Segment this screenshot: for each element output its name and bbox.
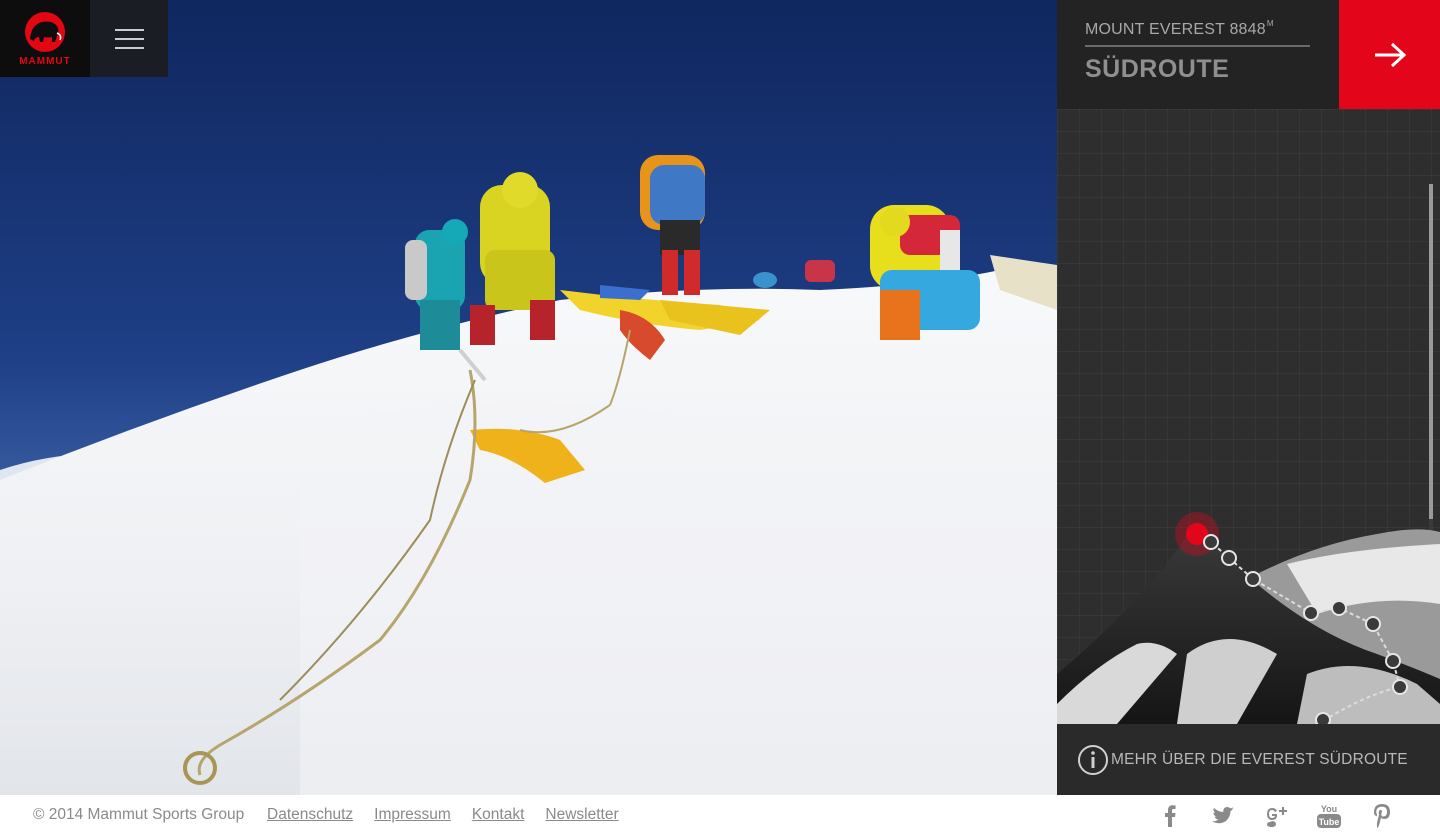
footer-link-impressum[interactable]: Impressum	[374, 806, 451, 824]
mountain-name: MOUNT EVEREST 8848M	[1085, 19, 1274, 38]
more-info-button[interactable]: MEHR ÜBER DIE EVEREST SÜDROUTE	[1057, 724, 1440, 795]
route-map	[1057, 109, 1440, 724]
waypoint-marker[interactable]	[1203, 534, 1219, 550]
scrollbar-thumb[interactable]	[1429, 184, 1433, 519]
youtube-icon: You Tube	[1316, 804, 1341, 828]
footer-link-datenschutz[interactable]: Datenschutz	[267, 806, 353, 824]
youtube-link[interactable]: You Tube	[1302, 801, 1355, 831]
twitter-icon	[1211, 807, 1234, 824]
altitude-unit: M	[1266, 19, 1274, 28]
arrow-right-icon	[1374, 42, 1406, 67]
footer: © 2014 Mammut Sports Group Datenschutz I…	[0, 795, 1440, 836]
waypoint-marker[interactable]	[1365, 616, 1381, 632]
waypoint-marker[interactable]	[1315, 712, 1331, 724]
everest-route-illustration	[1057, 512, 1440, 724]
footer-link-kontakt[interactable]: Kontakt	[472, 806, 525, 824]
google-plus-icon	[1266, 807, 1287, 827]
info-circle-icon	[1078, 744, 1108, 775]
summit-photo	[0, 0, 1057, 795]
waypoint-marker[interactable]	[1245, 571, 1261, 587]
route-title: SÜDROUTE	[1085, 55, 1230, 83]
waypoint-marker[interactable]	[1392, 679, 1408, 695]
google-plus-link[interactable]	[1249, 801, 1302, 831]
more-info-label: MEHR ÜBER DIE EVEREST SÜDROUTE	[1111, 750, 1408, 768]
menu-line	[114, 37, 144, 40]
brand-wordmark: MAMMUT	[19, 55, 71, 67]
mammut-logo[interactable]: MAMMUT	[0, 0, 90, 77]
hamburger-menu-button[interactable]	[90, 0, 168, 77]
waypoint-marker[interactable]	[1303, 605, 1319, 621]
menu-line	[114, 28, 144, 31]
waypoint-marker[interactable]	[1331, 600, 1347, 616]
header-divider	[1085, 45, 1310, 47]
copyright-text: © 2014 Mammut Sports Group	[33, 806, 245, 823]
footer-links: Datenschutz Impressum Kontakt Newsletter	[267, 806, 619, 824]
waypoint-marker[interactable]	[1385, 653, 1401, 669]
twitter-link[interactable]	[1196, 801, 1249, 831]
social-links: You Tube	[1143, 801, 1408, 831]
route-panel: MOUNT EVEREST 8848M SÜDROUTE MEHR ÜBER D…	[1057, 0, 1440, 795]
facebook-link[interactable]	[1143, 801, 1196, 831]
next-route-button[interactable]	[1339, 0, 1440, 109]
waypoint-marker[interactable]	[1221, 550, 1237, 566]
svg-text:Tube: Tube	[1318, 817, 1339, 827]
svg-text:You: You	[1320, 804, 1336, 814]
pinterest-icon	[1373, 804, 1390, 828]
footer-link-newsletter[interactable]: Newsletter	[545, 806, 618, 824]
menu-line	[114, 46, 144, 49]
mammoth-logo-icon	[25, 11, 65, 52]
everest-summit-scene	[0, 0, 1057, 795]
facebook-icon	[1164, 805, 1176, 827]
pinterest-link[interactable]	[1355, 801, 1408, 831]
panel-header: MOUNT EVEREST 8848M SÜDROUTE	[1057, 0, 1339, 109]
